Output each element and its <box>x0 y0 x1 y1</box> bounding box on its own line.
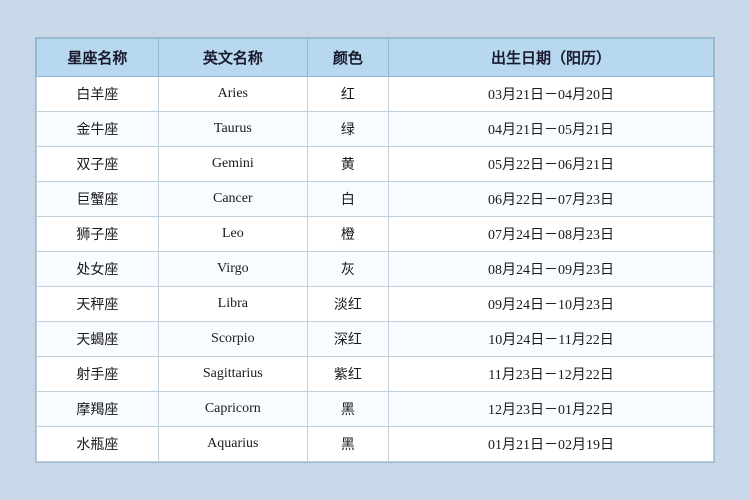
cell-english: Sagittarius <box>158 357 307 392</box>
header-date: 出生日期（阳历） <box>389 39 714 77</box>
table-body: 白羊座Aries红03月21日－04月20日金牛座Taurus绿04月21日－0… <box>37 77 714 462</box>
header-chinese: 星座名称 <box>37 39 159 77</box>
cell-date: 11月23日－12月22日 <box>389 357 714 392</box>
cell-english: Aries <box>158 77 307 112</box>
cell-chinese: 双子座 <box>37 147 159 182</box>
table-row: 天秤座Libra淡红09月24日－10月23日 <box>37 287 714 322</box>
cell-color: 白 <box>307 182 388 217</box>
cell-chinese: 狮子座 <box>37 217 159 252</box>
cell-color: 黄 <box>307 147 388 182</box>
cell-color: 绿 <box>307 112 388 147</box>
cell-english: Taurus <box>158 112 307 147</box>
cell-color: 橙 <box>307 217 388 252</box>
cell-english: Gemini <box>158 147 307 182</box>
cell-chinese: 摩羯座 <box>37 392 159 427</box>
cell-english: Leo <box>158 217 307 252</box>
table-row: 双子座Gemini黄05月22日－06月21日 <box>37 147 714 182</box>
cell-english: Aquarius <box>158 427 307 462</box>
cell-chinese: 巨蟹座 <box>37 182 159 217</box>
cell-chinese: 金牛座 <box>37 112 159 147</box>
table-row: 白羊座Aries红03月21日－04月20日 <box>37 77 714 112</box>
cell-date: 03月21日－04月20日 <box>389 77 714 112</box>
table-header-row: 星座名称 英文名称 颜色 出生日期（阳历） <box>37 39 714 77</box>
table-row: 天蝎座Scorpio深红10月24日－11月22日 <box>37 322 714 357</box>
cell-date: 08月24日－09月23日 <box>389 252 714 287</box>
cell-english: Scorpio <box>158 322 307 357</box>
cell-date: 12月23日－01月22日 <box>389 392 714 427</box>
header-color: 颜色 <box>307 39 388 77</box>
cell-date: 09月24日－10月23日 <box>389 287 714 322</box>
cell-color: 红 <box>307 77 388 112</box>
cell-date: 01月21日－02月19日 <box>389 427 714 462</box>
cell-english: Libra <box>158 287 307 322</box>
cell-chinese: 水瓶座 <box>37 427 159 462</box>
table-row: 狮子座Leo橙07月24日－08月23日 <box>37 217 714 252</box>
cell-chinese: 射手座 <box>37 357 159 392</box>
cell-chinese: 天秤座 <box>37 287 159 322</box>
cell-color: 淡红 <box>307 287 388 322</box>
cell-date: 10月24日－11月22日 <box>389 322 714 357</box>
cell-color: 灰 <box>307 252 388 287</box>
cell-date: 05月22日－06月21日 <box>389 147 714 182</box>
cell-color: 深红 <box>307 322 388 357</box>
zodiac-table-container: 星座名称 英文名称 颜色 出生日期（阳历） 白羊座Aries红03月21日－04… <box>35 37 715 463</box>
table-row: 金牛座Taurus绿04月21日－05月21日 <box>37 112 714 147</box>
cell-english: Capricorn <box>158 392 307 427</box>
cell-date: 04月21日－05月21日 <box>389 112 714 147</box>
cell-date: 07月24日－08月23日 <box>389 217 714 252</box>
table-row: 摩羯座Capricorn黑12月23日－01月22日 <box>37 392 714 427</box>
table-row: 射手座Sagittarius紫红11月23日－12月22日 <box>37 357 714 392</box>
table-row: 巨蟹座Cancer白06月22日－07月23日 <box>37 182 714 217</box>
table-row: 水瓶座Aquarius黑01月21日－02月19日 <box>37 427 714 462</box>
cell-english: Virgo <box>158 252 307 287</box>
cell-chinese: 白羊座 <box>37 77 159 112</box>
cell-color: 黑 <box>307 392 388 427</box>
cell-chinese: 处女座 <box>37 252 159 287</box>
cell-chinese: 天蝎座 <box>37 322 159 357</box>
header-english: 英文名称 <box>158 39 307 77</box>
cell-color: 紫红 <box>307 357 388 392</box>
table-row: 处女座Virgo灰08月24日－09月23日 <box>37 252 714 287</box>
cell-date: 06月22日－07月23日 <box>389 182 714 217</box>
zodiac-table: 星座名称 英文名称 颜色 出生日期（阳历） 白羊座Aries红03月21日－04… <box>36 38 714 462</box>
cell-english: Cancer <box>158 182 307 217</box>
cell-color: 黑 <box>307 427 388 462</box>
